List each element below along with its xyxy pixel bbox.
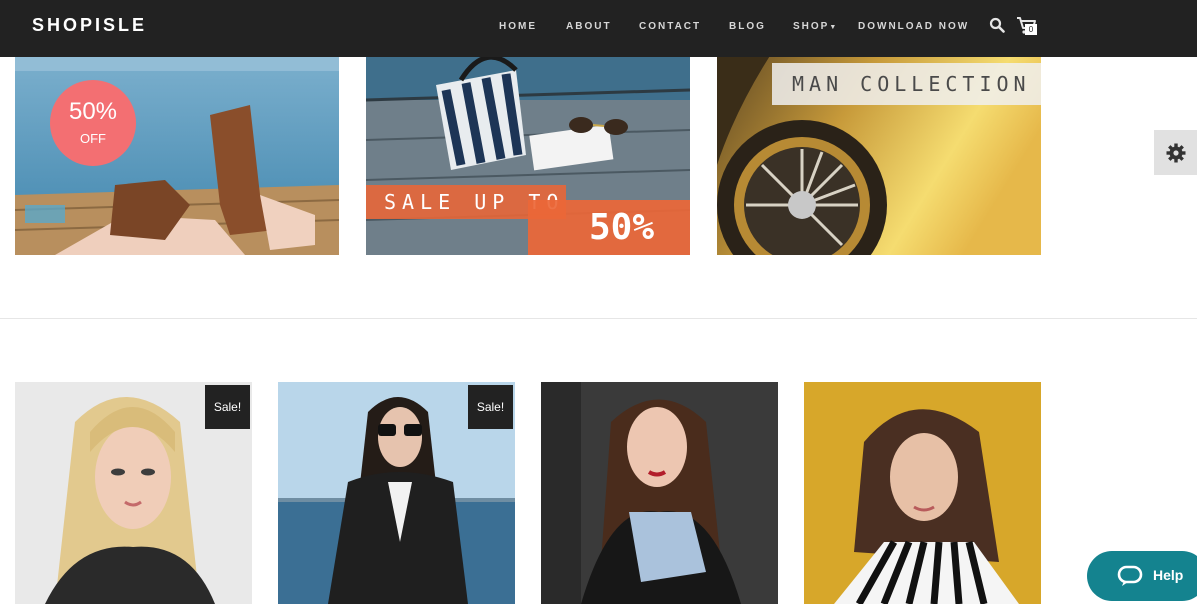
- search-icon[interactable]: [989, 17, 1005, 33]
- product-image: [541, 382, 778, 604]
- settings-toggle-button[interactable]: [1154, 130, 1197, 175]
- sale-percent-text: 50%: [528, 200, 690, 255]
- nav-home[interactable]: HOME: [499, 21, 537, 32]
- nav-shop-label: SHOP: [793, 21, 830, 32]
- brand-logo[interactable]: SHOPISLE: [32, 15, 147, 36]
- help-button[interactable]: Help: [1087, 551, 1197, 601]
- discount-badge-percent: 50%: [68, 98, 118, 125]
- discount-badge-off: OFF: [80, 131, 106, 146]
- help-label: Help: [1153, 567, 1184, 583]
- nav-download[interactable]: DOWNLOAD NOW: [858, 21, 969, 32]
- product-card[interactable]: [804, 382, 1041, 604]
- sale-badge: Sale!: [468, 385, 513, 429]
- nav-shop[interactable]: SHOP▼: [793, 21, 836, 32]
- discount-badge: 50% OFF: [50, 80, 136, 166]
- man-collection-label: MAN COLLECTION: [772, 63, 1041, 105]
- banner-boots-sale[interactable]: 50% OFF: [15, 45, 339, 255]
- product-image: [804, 382, 1041, 604]
- sale-badge: Sale!: [205, 385, 250, 429]
- banner-sale-up-to[interactable]: SALE UP TO 50%: [366, 45, 690, 255]
- banner-man-collection[interactable]: MAN COLLECTION: [717, 45, 1041, 255]
- product-card[interactable]: [541, 382, 778, 604]
- cart-count-badge: 0: [1025, 24, 1037, 35]
- chat-bubble-icon: [1117, 565, 1143, 586]
- product-card[interactable]: Sale!: [15, 382, 252, 604]
- gear-icon: [1166, 143, 1186, 163]
- nav-contact[interactable]: CONTACT: [639, 21, 701, 32]
- nav-blog[interactable]: BLOG: [729, 21, 766, 32]
- product-card[interactable]: Sale!: [278, 382, 515, 604]
- site-header: SHOPISLE HOME ABOUT CONTACT BLOG SHOP▼ D…: [0, 0, 1197, 57]
- section-divider: [0, 318, 1197, 319]
- nav-about[interactable]: ABOUT: [566, 21, 612, 32]
- caret-down-icon: ▼: [829, 24, 837, 31]
